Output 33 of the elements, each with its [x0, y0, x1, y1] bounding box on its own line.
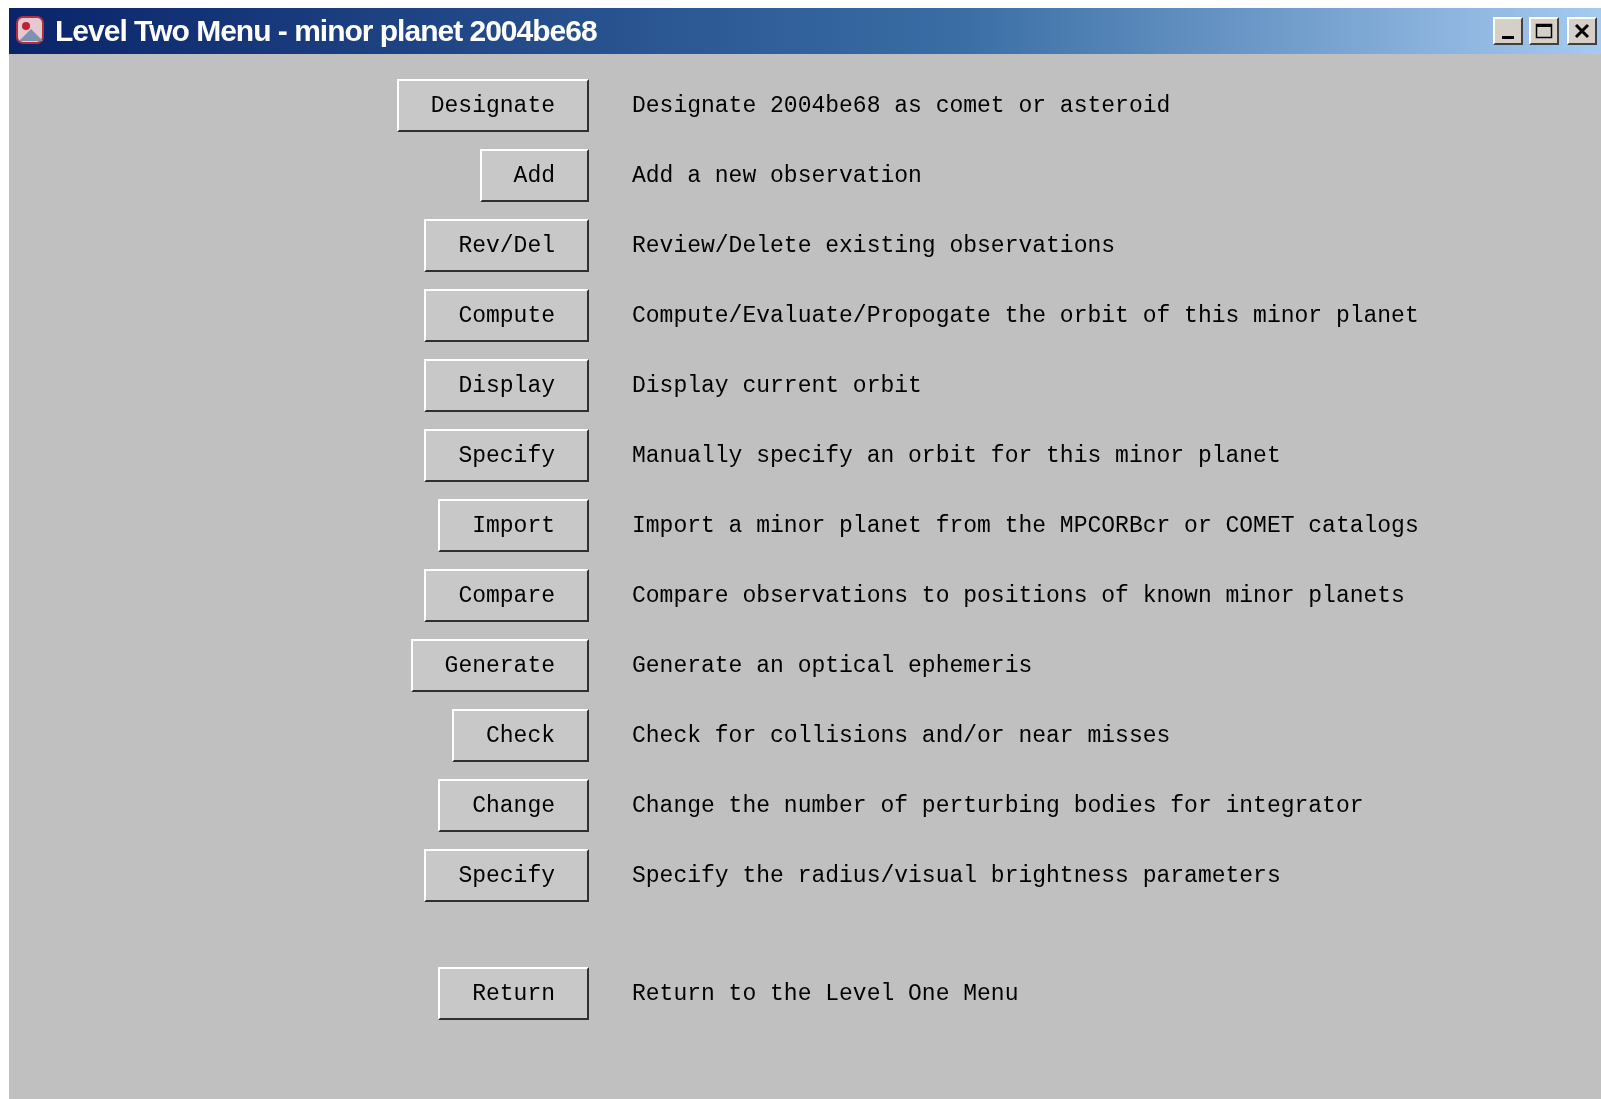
command-button[interactable]: Return — [438, 967, 589, 1020]
command-description: Review/Delete existing observations — [632, 232, 1117, 259]
close-icon — [1574, 23, 1590, 39]
command-description: Import a minor planet from the MPCORBcr or COMET catalogs — [632, 512, 1420, 539]
command-button[interactable]: Add — [479, 149, 589, 202]
command-description: Compare observations to positions of known minor planets — [632, 582, 1406, 609]
command-description: Generate an optical ephemeris — [632, 652, 1034, 679]
command-description: Change the number of perturbing bodies for integrator — [632, 792, 1365, 819]
command-button[interactable]: Specify — [424, 849, 589, 902]
command-description: Manually specify an orbit for this minor planet — [632, 442, 1282, 469]
minimize-icon — [1502, 35, 1514, 39]
command-description: Display current orbit — [632, 372, 923, 399]
command-button[interactable]: Display — [424, 359, 589, 412]
command-button[interactable]: Import — [438, 499, 589, 552]
command-description: Add a new observation — [632, 162, 923, 189]
command-description: Return to the Level One Menu — [632, 980, 1020, 1007]
command-description: Check for collisions and/or near misses — [632, 722, 1172, 749]
command-button[interactable]: Rev/Del — [424, 219, 589, 272]
window-title: Level Two Menu - minor planet 2004be68 — [55, 14, 598, 48]
maximize-button[interactable] — [1529, 17, 1559, 45]
command-description: Designate 2004be68 as comet or asteroid — [632, 92, 1172, 119]
command-button[interactable]: Compare — [424, 569, 589, 622]
command-button[interactable]: Designate — [396, 79, 589, 132]
command-button[interactable]: Compute — [424, 289, 589, 342]
close-button[interactable] — [1567, 17, 1597, 45]
command-description: Specify the radius/visual brightness parameters — [632, 862, 1282, 889]
command-description: Compute/Evaluate/Propogate the orbit of this minor planet — [632, 302, 1420, 329]
command-button[interactable]: Specify — [424, 429, 589, 482]
command-button[interactable]: Check — [452, 709, 589, 762]
command-button[interactable]: Change — [438, 779, 589, 832]
minimize-button[interactable] — [1493, 17, 1523, 45]
maximize-icon — [1535, 23, 1553, 39]
command-button[interactable]: Generate — [410, 639, 589, 692]
